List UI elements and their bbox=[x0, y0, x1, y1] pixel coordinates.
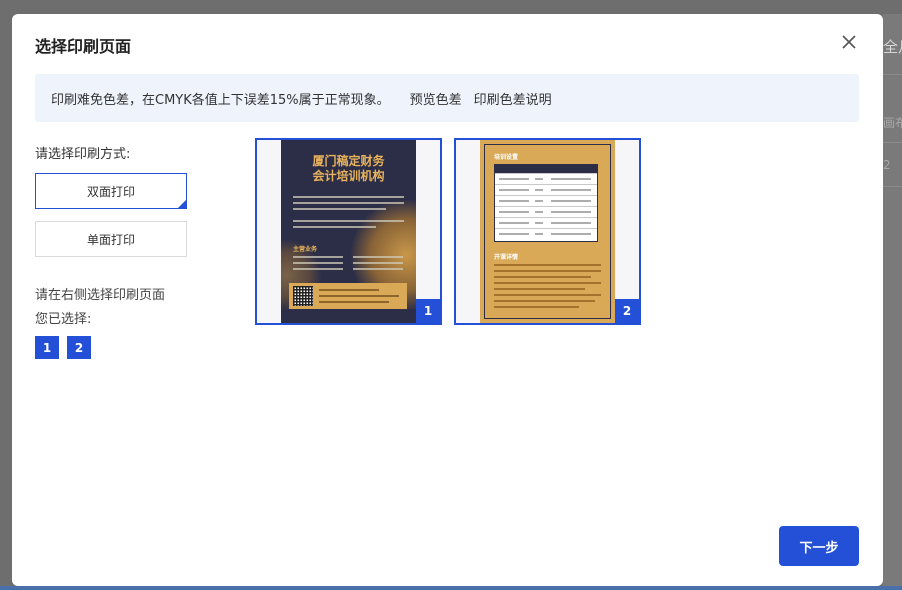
page-thumbnail-1[interactable]: 厦门稿定财务 会计培训机构 主营业务 1 bbox=[255, 138, 442, 325]
divider bbox=[883, 74, 902, 75]
poster-section-title: 主营业务 bbox=[293, 246, 318, 253]
selected-page-chip[interactable]: 1 bbox=[35, 336, 59, 359]
poster-bullet bbox=[293, 256, 343, 258]
double-side-print-button[interactable]: 双面打印 bbox=[35, 173, 187, 209]
poster-table-row bbox=[495, 184, 597, 195]
single-side-print-button[interactable]: 单面打印 bbox=[35, 221, 187, 257]
background-page-edge: 全月 画布 2 bbox=[883, 14, 902, 586]
close-icon[interactable] bbox=[841, 34, 857, 50]
poster-table-header bbox=[495, 165, 597, 173]
poster-text-line bbox=[494, 306, 579, 308]
poster-text-line bbox=[293, 202, 404, 204]
background-bottom-bar bbox=[0, 586, 902, 590]
selected-label: 您已选择: bbox=[35, 312, 92, 327]
divider bbox=[883, 186, 902, 187]
poster-bullet bbox=[293, 262, 343, 264]
notice-text: 印刷难免色差，在CMYK各值上下误差15%属于正常现象。 bbox=[51, 92, 390, 108]
background-text: 2 bbox=[883, 158, 891, 172]
poster-table-row bbox=[495, 206, 597, 217]
preview-color-link[interactable]: 预览色差 bbox=[410, 89, 462, 108]
color-explain-link[interactable]: 印刷色差说明 bbox=[474, 89, 552, 108]
print-mode-label: 请选择印刷方式: bbox=[35, 147, 131, 162]
divider bbox=[883, 142, 902, 143]
poster-text-line bbox=[494, 294, 601, 296]
poster-table-row bbox=[495, 173, 597, 184]
page-thumbnail-2[interactable]: 培训设置 开课详情 2 bbox=[454, 138, 641, 325]
poster-contact-panel bbox=[289, 283, 407, 309]
poster-text-line bbox=[494, 276, 591, 278]
poster-bullet bbox=[293, 268, 343, 270]
poster-text-line bbox=[293, 208, 386, 210]
page-number-badge: 2 bbox=[615, 299, 639, 323]
poster-heading: 培训设置 bbox=[494, 154, 519, 161]
select-page-hint: 请在右侧选择印刷页面 bbox=[35, 288, 166, 303]
poster-text-line bbox=[293, 220, 404, 222]
page-2-preview-image: 培训设置 开课详情 bbox=[480, 140, 615, 323]
background-text: 画布 bbox=[883, 116, 902, 130]
color-notice-banner: 印刷难免色差，在CMYK各值上下误差15%属于正常现象。 预览色差 印刷色差说明 bbox=[35, 74, 859, 122]
poster-title-line: 厦门稿定财务 bbox=[312, 154, 385, 168]
poster-text-line bbox=[494, 264, 601, 266]
poster-text-line bbox=[319, 289, 379, 291]
page-1-preview-image: 厦门稿定财务 会计培训机构 主营业务 bbox=[281, 140, 416, 323]
page-number-badge: 1 bbox=[416, 299, 440, 323]
single-side-label: 单面打印 bbox=[86, 232, 135, 247]
background-text: 全月 bbox=[883, 38, 902, 56]
poster-table-row bbox=[495, 217, 597, 228]
poster-bullet bbox=[353, 268, 403, 270]
next-step-button[interactable]: 下一步 bbox=[779, 526, 859, 566]
poster-title-line: 会计培训机构 bbox=[312, 169, 385, 183]
poster-text-line bbox=[494, 282, 601, 284]
selected-page-chip[interactable]: 2 bbox=[67, 336, 91, 359]
poster-heading: 开课详情 bbox=[494, 254, 519, 261]
dialog-title: 选择印刷页面 bbox=[35, 37, 132, 56]
poster-table-row bbox=[495, 228, 597, 239]
poster-text-line bbox=[319, 295, 399, 297]
poster-text-line bbox=[494, 288, 585, 290]
poster-text-line bbox=[293, 196, 404, 198]
selected-corner-icon bbox=[178, 200, 186, 208]
poster-text-line bbox=[293, 226, 376, 228]
poster-bullet bbox=[353, 256, 403, 258]
poster-text-line bbox=[494, 300, 595, 302]
poster-text-line bbox=[319, 301, 389, 303]
qr-code-icon bbox=[293, 286, 313, 306]
print-page-dialog: 选择印刷页面 印刷难免色差，在CMYK各值上下误差15%属于正常现象。 预览色差… bbox=[12, 14, 883, 586]
poster-text-line bbox=[494, 270, 601, 272]
poster-table-row bbox=[495, 195, 597, 206]
poster-table bbox=[494, 164, 598, 242]
poster-bullet bbox=[353, 262, 403, 264]
poster-title: 厦门稿定财务 会计培训机构 bbox=[281, 154, 416, 184]
double-side-label: 双面打印 bbox=[86, 184, 135, 199]
